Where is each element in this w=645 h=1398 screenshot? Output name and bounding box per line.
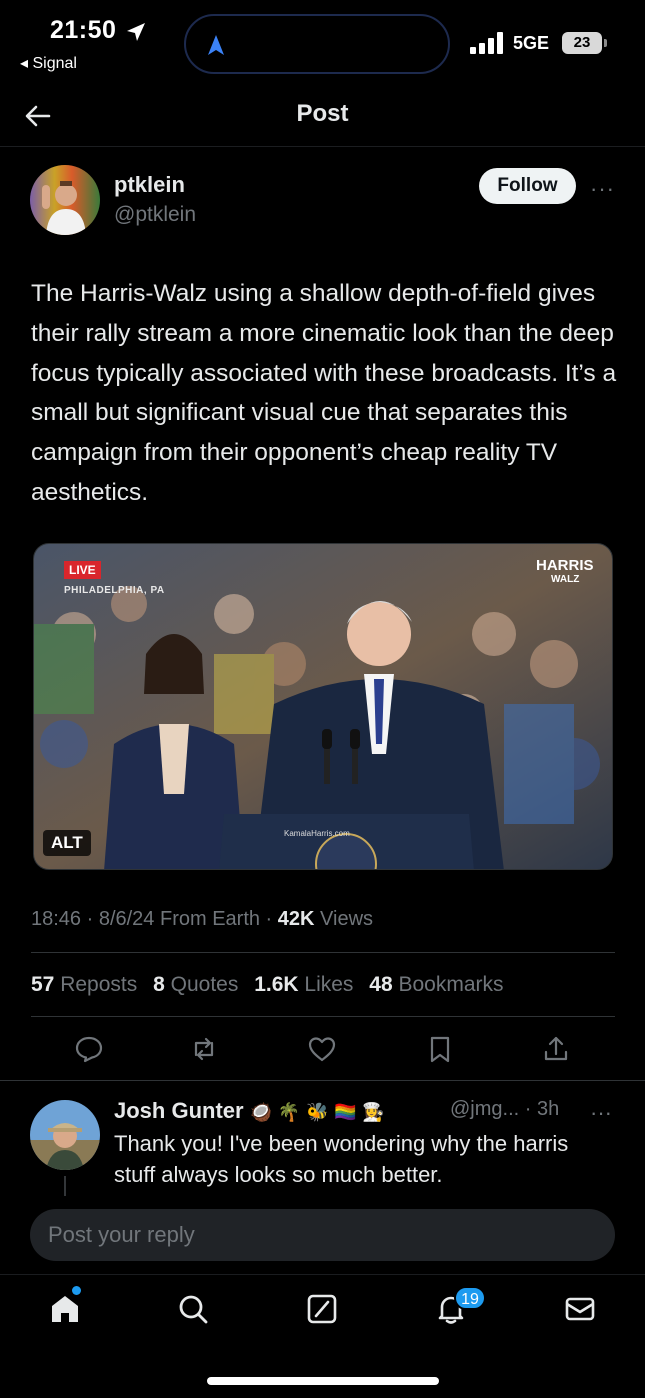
thread-line: [64, 1176, 66, 1196]
quotes-stat[interactable]: 8 Quotes: [153, 973, 238, 996]
bookmark-icon[interactable]: [425, 1034, 455, 1064]
reply-input[interactable]: Post your reply: [30, 1209, 615, 1261]
alt-text-button[interactable]: ALT: [43, 830, 91, 856]
post-stats: 57 Reposts 8 Quotes 1.6K Likes 48 Bookma…: [31, 973, 514, 997]
home-unread-dot: [72, 1286, 81, 1295]
stats-divider: [31, 1016, 615, 1017]
author-name[interactable]: ptklein: [114, 172, 185, 198]
avatar-image: [30, 165, 100, 235]
campaign-logo-bottom: WALZ: [551, 574, 580, 585]
battery-level: 23: [562, 32, 602, 54]
cellular-signal-icon: [470, 32, 503, 54]
battery-tip: [604, 39, 607, 47]
podium-text: KamalaHarris.com: [284, 829, 350, 838]
post-image[interactable]: LIVE PHILADELPHIA, PA HARRIS WALZ Kamala…: [33, 543, 613, 870]
views-count: 42K: [277, 908, 315, 930]
network-type: 5GE: [513, 33, 550, 53]
grok-icon[interactable]: [305, 1292, 339, 1326]
actions-divider: [0, 1080, 645, 1081]
reply-icon[interactable]: [74, 1034, 104, 1064]
author-avatar[interactable]: [30, 165, 100, 235]
messages-icon[interactable]: [563, 1292, 597, 1326]
post-meta: 18:46 · 8/6/24 From Earth · 42K Views: [31, 908, 373, 931]
reply-handle-time[interactable]: @jmg... · 3h: [450, 1098, 559, 1121]
clock: 21:50: [50, 16, 117, 44]
bookmarks-stat[interactable]: 48 Bookmarks: [369, 973, 503, 996]
notification-count-badge: 19: [454, 1286, 486, 1310]
post-text: The Harris-Walz using a shallow depth-of…: [31, 280, 617, 506]
follow-button[interactable]: Follow: [479, 168, 576, 204]
page-title: Post: [296, 100, 349, 127]
meta-divider: [31, 952, 615, 953]
battery-icon: 23: [562, 32, 608, 54]
reply-text: Thank you! I've been wondering why the h…: [114, 1131, 569, 1187]
reply-author-name[interactable]: Josh Gunter: [114, 1098, 244, 1123]
location-arrow-icon: [127, 23, 145, 41]
reply-more-options-icon[interactable]: ···: [590, 1100, 612, 1126]
dynamic-island: [184, 14, 450, 74]
reply-author-emojis: 🥥 🌴 🐝 🏳️‍🌈 👩‍🍳: [249, 1102, 385, 1123]
author-handle[interactable]: @ptklein: [114, 203, 196, 227]
repost-icon[interactable]: [189, 1034, 219, 1064]
likes-stat[interactable]: 1.6K Likes: [254, 973, 353, 996]
like-icon[interactable]: [307, 1034, 337, 1064]
page-header: Post: [0, 88, 645, 146]
more-options-icon[interactable]: ···: [590, 176, 615, 202]
campaign-logo-top: HARRIS: [536, 557, 594, 574]
header-divider: [0, 146, 645, 147]
post-timestamp: 18:46 · 8/6/24 From Earth ·: [31, 908, 278, 930]
live-badge: LIVE: [64, 561, 101, 579]
reposts-stat[interactable]: 57 Reposts: [31, 973, 137, 996]
reply-avatar[interactable]: [30, 1100, 100, 1170]
navigation-arrow-icon: [208, 35, 224, 55]
search-icon[interactable]: [176, 1292, 210, 1326]
status-bar: 21:50 ◂ Signal 5GE 23: [0, 0, 645, 88]
share-icon[interactable]: [541, 1034, 571, 1064]
reply-avatar-image: [30, 1100, 100, 1170]
reply-header: Josh Gunter 🥥 🌴 🐝 🏳️‍🌈 👩‍🍳: [114, 1098, 385, 1124]
views-label: Views: [314, 908, 374, 930]
home-icon[interactable]: [48, 1292, 82, 1326]
home-indicator[interactable]: [207, 1377, 439, 1385]
back-to-app-link[interactable]: ◂ Signal: [20, 53, 77, 73]
live-location: PHILADELPHIA, PA: [64, 585, 165, 596]
